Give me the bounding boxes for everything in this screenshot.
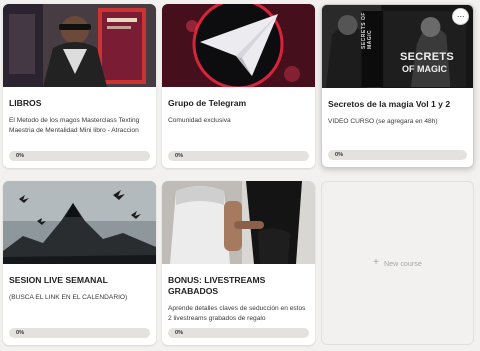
course-description: Aprende detalles claves de seducción en … [168,305,306,322]
new-course-label: New course [383,258,422,268]
telegram-logo-image [162,4,315,87]
books-cover-image [3,4,156,87]
course-description: (BUSCA EL LINK EN EL CALENDARIO) [9,294,128,301]
course-progress-bar: 0% [168,328,309,338]
secrets-of-magic-cover-image: SECRETS OF MAGIC SECRETS OF MAGIC ··· [322,5,473,88]
progress-label: 0% [175,153,184,159]
course-progress-bar: 0% [9,328,150,338]
progress-label: 0% [175,330,184,336]
course-description: El Metodo de los magos Masterclass Texti… [9,117,140,134]
more-options-button[interactable]: ··· [452,8,469,25]
cover-spine-text: SECRETS OF MAGIC [361,12,373,49]
course-progress-bar: 0% [168,151,309,161]
course-card-libros[interactable]: LIBROS El Metodo de los magos Masterclas… [3,4,156,168]
progress-label: 0% [16,153,25,159]
course-title: Grupo de Telegram [168,98,247,108]
course-description: Comunidad exclusiva [168,117,231,124]
course-card-sesion-live[interactable]: SESION LIVE SEMANAL (BUSCA EL LINK EN EL… [3,181,156,345]
course-progress-bar: 0% [328,150,467,160]
course-title: SESION LIVE SEMANAL [9,275,108,285]
progress-label: 0% [335,152,344,158]
course-card-telegram[interactable]: Grupo de Telegram Comunidad exclusiva 0% [162,4,315,168]
dark-mountain-image [3,181,156,264]
plus-icon: + [373,257,379,268]
cover-title-line2: OF MAGIC [402,64,447,74]
course-title: Secretos de la magia Vol 1 y 2 [328,99,451,109]
progress-label: 0% [16,330,25,336]
course-card-secretos[interactable]: SECRETS OF MAGIC SECRETS OF MAGIC ··· Se… [321,4,474,168]
cover-title-line1: SECRETS [400,51,455,63]
course-grid: LIBROS El Metodo de los magos Masterclas… [3,4,474,345]
course-progress-bar: 0% [9,151,150,161]
new-course-button[interactable]: + New course [321,181,474,345]
course-card-bonus-livestreams[interactable]: BONUS: LIVESTREAMS GRABADOS Aprende deta… [162,181,315,345]
more-dots-icon: ··· [456,11,465,21]
couple-photo-image [162,181,315,264]
course-title: BONUS: LIVESTREAMS GRABADOS [168,275,266,296]
course-title: LIBROS [9,98,42,108]
course-description: VIDEO CURSO (se agregara en 48h) [328,118,438,125]
